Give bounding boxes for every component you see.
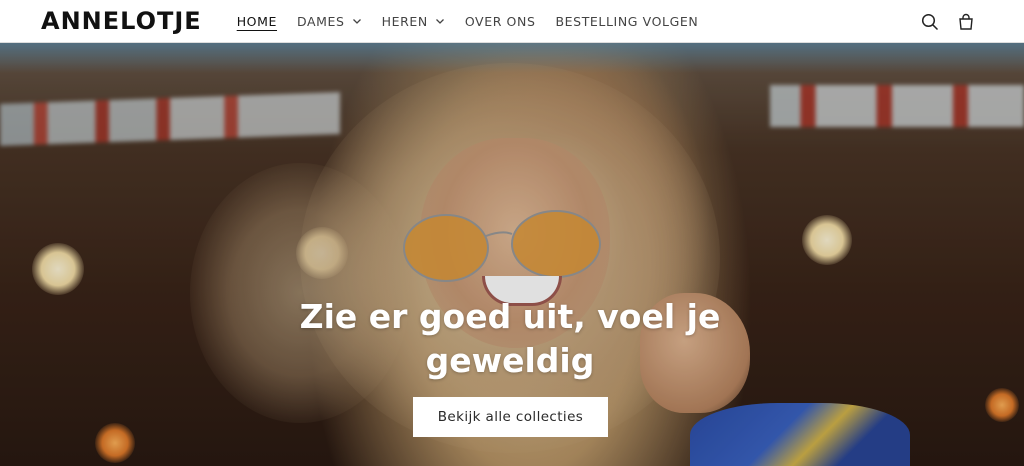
- search-icon: [921, 13, 939, 30]
- nav-item-dames[interactable]: DAMES: [297, 14, 362, 29]
- nav-item-bestelling-volgen[interactable]: BESTELLING VOLGEN: [555, 14, 698, 29]
- hero-headline: Zie er goed uit, voel je geweldig: [299, 297, 721, 380]
- cart-button[interactable]: [956, 12, 976, 32]
- hero-content: Zie er goed uit, voel je geweldig Bekijk…: [0, 43, 1024, 466]
- nav-item-heren[interactable]: HEREN: [382, 14, 445, 29]
- nav-item-home[interactable]: HOME: [237, 14, 277, 29]
- nav-item-label: HEREN: [381, 13, 428, 29]
- main-nav: HOME DAMES HEREN OVER ONS BESTELLING VOL…: [237, 0, 719, 42]
- header-icons: [904, 0, 976, 43]
- site-header: ANNELOTJE HOME DAMES HEREN OVER ONS BEST…: [0, 0, 1024, 43]
- nav-item-over-ons[interactable]: OVER ONS: [465, 14, 536, 29]
- nav-item-label: DAMES: [297, 13, 345, 29]
- chevron-down-icon: [352, 19, 361, 24]
- hero-banner: Zie er goed uit, voel je geweldig Bekijk…: [0, 43, 1024, 466]
- site-logo[interactable]: ANNELOTJE: [41, 9, 202, 33]
- cart-icon: [959, 13, 973, 30]
- nav-item-label: BESTELLING VOLGEN: [555, 13, 699, 29]
- nav-item-label: OVER ONS: [464, 13, 536, 29]
- nav-item-label: HOME: [236, 13, 278, 29]
- view-all-collections-button[interactable]: Bekijk alle collecties: [413, 397, 608, 437]
- chevron-down-icon: [435, 19, 444, 24]
- search-button[interactable]: [920, 12, 940, 32]
